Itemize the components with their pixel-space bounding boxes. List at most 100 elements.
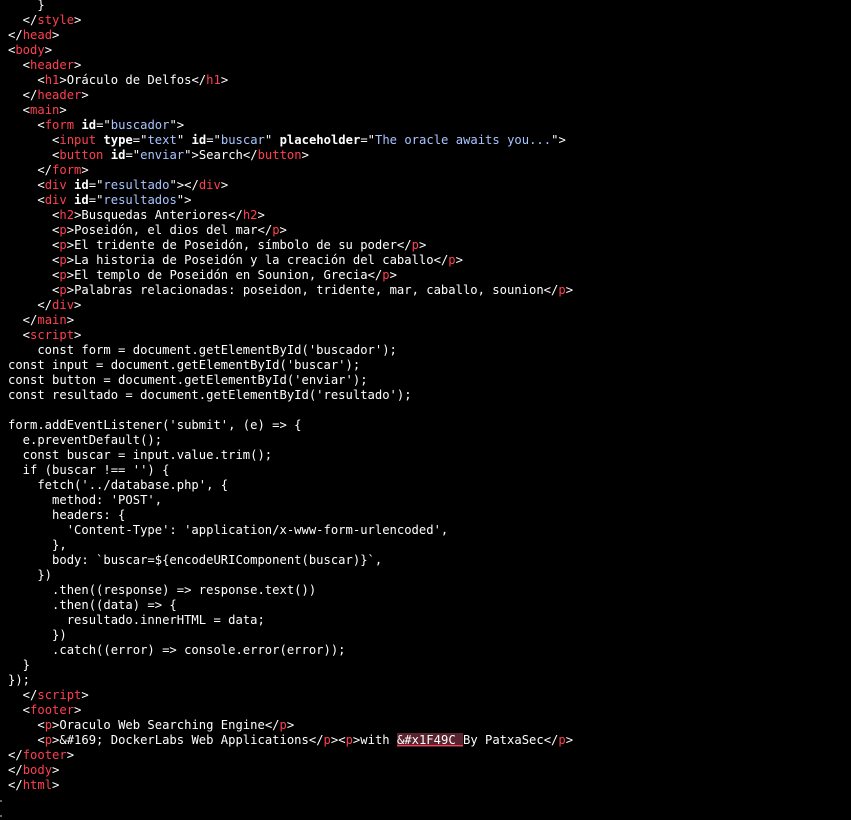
tag-name: footer <box>30 703 75 717</box>
punctuation: < <box>8 103 31 117</box>
punctuation: > <box>52 28 60 42</box>
punctuation: > <box>81 88 89 102</box>
tag-name: p <box>44 733 53 747</box>
code-line: body: `buscar=${encodeURIComponent(busca… <box>8 553 573 568</box>
punctuation: > <box>74 703 82 717</box>
code-line: </body> <box>8 763 573 778</box>
punctuation: < <box>8 178 45 192</box>
tag-name: p <box>279 718 287 732</box>
code-line: } <box>8 658 573 673</box>
code-line: <h2>Busquedas Anteriores</h2> <box>8 208 573 223</box>
punctuation: =" <box>88 178 104 192</box>
text-content: }, <box>8 538 67 552</box>
code-line: </main> <box>8 313 573 328</box>
punctuation: > <box>66 253 75 267</box>
punctuation: </ <box>242 148 258 162</box>
punctuation: "> <box>176 193 192 207</box>
text-content: }); <box>8 673 31 687</box>
code-line: <main> <box>8 103 573 118</box>
tag-name: header <box>37 88 82 102</box>
code-line: <p>Poseidón, el dios del mar</p> <box>8 223 573 238</box>
text-content: El tridente de Poseidón, símbolo de su p… <box>74 238 397 252</box>
tag-name: script <box>30 328 75 342</box>
code-line: const input = document.getElementById('b… <box>8 358 573 373</box>
tag-name: div <box>52 298 75 312</box>
punctuation: "> <box>184 148 199 162</box>
punctuation: } <box>8 0 45 12</box>
punctuation <box>67 193 74 207</box>
tag-name: p <box>59 283 67 297</box>
code-line: <body> <box>8 43 573 58</box>
punctuation: > <box>66 268 75 282</box>
punctuation: "> <box>169 118 185 132</box>
punctuation: > <box>81 688 89 702</box>
text-content: const resultado = document.getElementByI… <box>8 388 412 402</box>
punctuation: </ <box>8 313 38 327</box>
code-line: fetch('../database.php', { <box>8 478 573 493</box>
punctuation: > <box>59 103 67 117</box>
punctuation: =" <box>96 118 111 132</box>
punctuation: > <box>257 208 265 222</box>
code-line: </html> <box>8 778 573 793</box>
punctuation: =" <box>88 193 104 207</box>
code-line: <p>&#169; DockerLabs Web Applications</p… <box>8 733 573 748</box>
code-line: <h1>Oráculo de Delfos</h1> <box>8 73 573 88</box>
code-line: method: 'POST', <box>8 493 573 508</box>
punctuation: </ <box>543 283 559 297</box>
punctuation: < <box>8 268 60 282</box>
tag-name: p <box>345 733 353 747</box>
punctuation: < <box>8 238 60 252</box>
text-content: Palabras relacionadas: poseidon, trident… <box>74 283 544 297</box>
code-line: resultado.innerHTML = data; <box>8 613 573 628</box>
punctuation: > <box>59 73 67 87</box>
punctuation <box>103 148 110 162</box>
punctuation: > <box>565 733 574 747</box>
text-content: } <box>8 658 31 672</box>
punctuation: < <box>8 223 60 237</box>
code-line: <input type="text" id="buscar" placehold… <box>8 133 573 148</box>
attribute-name: type <box>103 133 133 147</box>
code-line: headers: { <box>8 508 573 523</box>
punctuation: </ <box>191 73 207 87</box>
punctuation: > <box>220 178 229 192</box>
punctuation: < <box>8 133 60 147</box>
punctuation: < <box>8 118 45 132</box>
attribute-name: id <box>81 118 97 132</box>
code-line: <script> <box>8 328 573 343</box>
text-content: fetch('../database.php', { <box>8 478 229 492</box>
punctuation: > <box>66 223 75 237</box>
tag-name: p <box>44 718 53 732</box>
tag-name: p <box>272 223 280 237</box>
text-content: La historia de Poseidón y la creación de… <box>74 253 434 267</box>
tag-name: html <box>22 778 53 792</box>
tag-name: p <box>59 268 67 282</box>
punctuation: > <box>52 763 60 777</box>
code-line: <header> <box>8 58 573 73</box>
tag-name: p <box>323 733 331 747</box>
punctuation: > <box>52 778 60 792</box>
tag-name: header <box>30 58 75 72</box>
text-content: }) <box>8 628 67 642</box>
tag-name: footer <box>22 748 67 762</box>
text-content: method: 'POST', <box>8 493 163 507</box>
punctuation: " <box>176 133 192 147</box>
code-line: <p>Palabras relacionadas: poseidon, trid… <box>8 283 573 298</box>
code-line: </form> <box>8 163 573 178</box>
code-line: } <box>8 0 573 13</box>
punctuation: </ <box>543 733 559 747</box>
text-content: const button = document.getElementById('… <box>8 373 368 387</box>
tag-name: p <box>411 238 419 252</box>
punctuation: < <box>8 193 45 207</box>
text-content: Oráculo de Delfos <box>66 73 192 87</box>
text-content: Search <box>198 148 243 162</box>
attribute-value: The oracle awaits you... <box>375 133 552 147</box>
punctuation: < <box>8 73 45 87</box>
attribute-value: text <box>147 133 177 147</box>
punctuation: > <box>66 748 75 762</box>
code-line: form.addEventListener('submit', (e) => { <box>8 418 573 433</box>
code-line: }) <box>8 568 573 583</box>
code-line: <p>El templo de Poseidón en Sounion, Gre… <box>8 268 573 283</box>
text-content: resultado.innerHTML = data; <box>8 613 265 627</box>
highlighted-entity: &#x1F49C <box>396 733 463 747</box>
punctuation: </ <box>228 208 243 222</box>
